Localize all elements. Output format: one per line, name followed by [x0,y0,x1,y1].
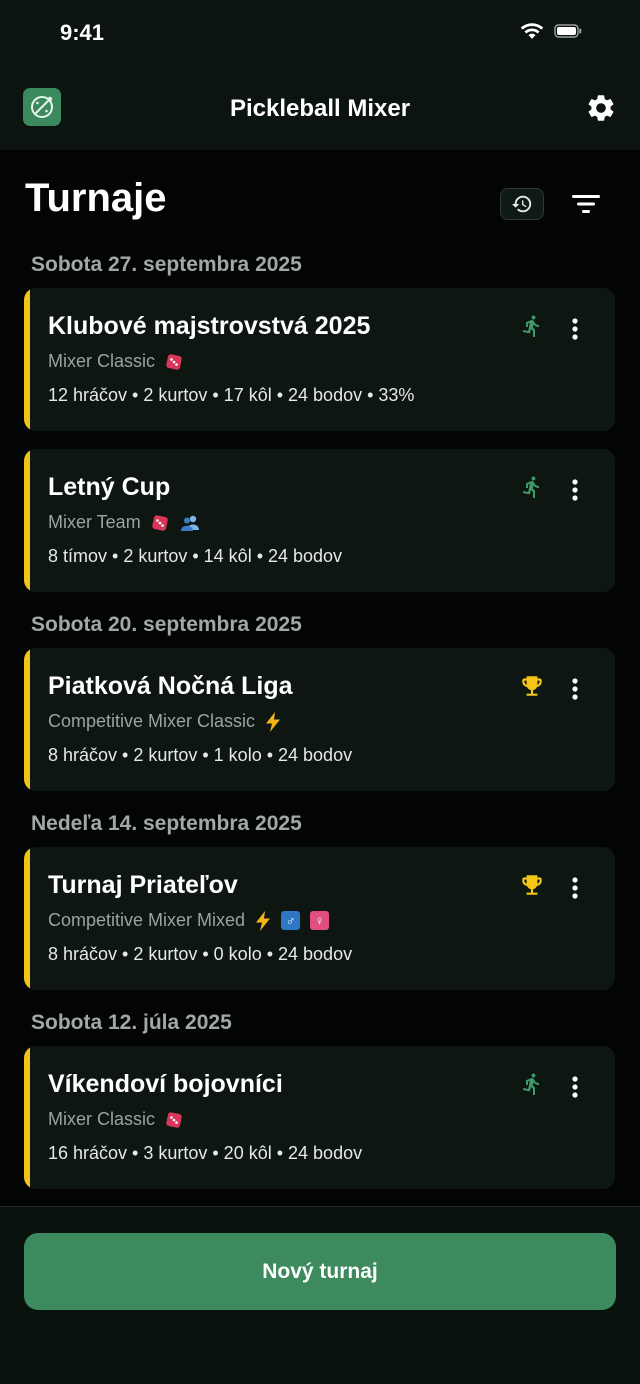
tournament-card[interactable]: Víkendoví bojovníci Mixer Classic 16 hrá… [24,1046,615,1189]
gear-icon [588,95,614,121]
tournament-card[interactable]: Klubové majstrovstvá 2025 Mixer Classic … [24,288,615,431]
more-vertical-icon [572,1076,578,1098]
date-header: Sobota 12. júla 2025 [31,1011,232,1034]
more-vertical-icon [572,678,578,700]
settings-button[interactable] [584,91,618,125]
female-icon: ♀ [310,911,330,930]
tournament-mode: Competitive Mixer Classic [48,711,281,732]
tournament-mode: Mixer Classic [48,1109,183,1130]
tournament-mode: Mixer Classic [48,351,183,372]
tournament-name: Víkendoví bojovníci [48,1070,283,1098]
dice-icon [151,514,168,531]
mode-label: Mixer Classic [48,1109,156,1129]
dice-icon [166,353,182,370]
tournament-stats: 12 hráčov • 2 kurtov • 17 kôl • 24 bodov… [48,385,415,405]
tournament-list-screen: Turnaje Sobota 27. septembra 2025 Klubov… [0,150,640,1206]
date-header: Sobota 20. septembra 2025 [31,613,302,636]
history-button[interactable] [500,188,544,220]
mode-label: Mixer Classic [48,351,156,371]
status-icons [520,22,582,40]
app-bar: Pickleball Mixer [0,70,640,150]
card-accent-stripe [24,648,30,791]
more-options-button[interactable] [564,674,586,704]
bottom-action-bar: Nový turnaj [0,1206,640,1384]
status-in-progress [518,312,546,340]
card-accent-stripe [24,847,30,990]
male-icon: ♂ [281,911,301,930]
status-finished [518,672,546,700]
more-vertical-icon [572,479,578,501]
lightning-icon [256,910,271,931]
date-header: Sobota 27. septembra 2025 [31,253,302,276]
more-options-button[interactable] [564,475,586,505]
tournament-name: Piatková Nočná Liga [48,672,293,700]
tournament-stats: 8 hráčov • 2 kurtov • 0 kolo • 24 bodov [48,944,353,964]
people-icon [180,515,199,531]
card-accent-stripe [24,1046,30,1189]
tournament-card[interactable]: Piatková Nočná Liga Competitive Mixer Cl… [24,648,615,791]
status-in-progress [518,1070,546,1098]
tournament-name: Turnaj Priateľov [48,871,238,899]
running-person-icon [522,1073,539,1095]
filter-button[interactable] [569,190,603,218]
status-finished [518,871,546,899]
tournament-name: Letný Cup [48,473,171,501]
wifi-icon [520,23,544,39]
page-title: Turnaje [25,176,167,220]
status-time: 9:41 [60,20,105,45]
status-in-progress [518,473,546,501]
more-options-button[interactable] [564,314,586,344]
tournament-card[interactable]: Turnaj Priateľov Competitive Mixer Mixed… [24,847,615,990]
more-vertical-icon [572,318,578,340]
more-options-button[interactable] [564,873,586,903]
mode-label: Competitive Mixer Classic [48,711,256,731]
tournament-mode: Competitive Mixer Mixed ♂ ♀ [48,910,330,931]
trophy-icon [522,875,542,895]
history-icon [511,195,532,213]
tournament-card[interactable]: Letný Cup Mixer Team 8 tímov • 2 kurtov … [24,449,615,592]
tournament-stats: 8 hráčov • 2 kurtov • 1 kolo • 24 bodov [48,745,353,765]
filter-icon [572,195,600,213]
mode-label: Competitive Mixer Mixed [48,910,246,930]
new-tournament-button[interactable]: Nový turnaj [24,1233,616,1310]
tournament-name: Klubové majstrovstvá 2025 [48,312,371,340]
app-title: Pickleball Mixer [229,95,411,122]
trophy-icon [522,676,542,696]
date-header: Nedeľa 14. septembra 2025 [31,812,302,835]
more-options-button[interactable] [564,1072,586,1102]
lightning-icon [266,711,281,732]
more-vertical-icon [572,877,578,899]
status-bar: 9:41 [0,0,640,70]
tournament-stats: 16 hráčov • 3 kurtov • 20 kôl • 24 bodov [48,1143,363,1163]
mode-label: Mixer Team [48,512,141,532]
tournament-stats: 8 tímov • 2 kurtov • 14 kôl • 24 bodov [48,546,343,566]
running-person-icon [522,315,539,337]
battery-icon [554,24,582,38]
tournament-mode: Mixer Team [48,512,201,533]
card-accent-stripe [24,288,30,431]
card-accent-stripe [24,449,30,592]
running-person-icon [522,476,539,498]
dice-icon [166,1111,182,1128]
